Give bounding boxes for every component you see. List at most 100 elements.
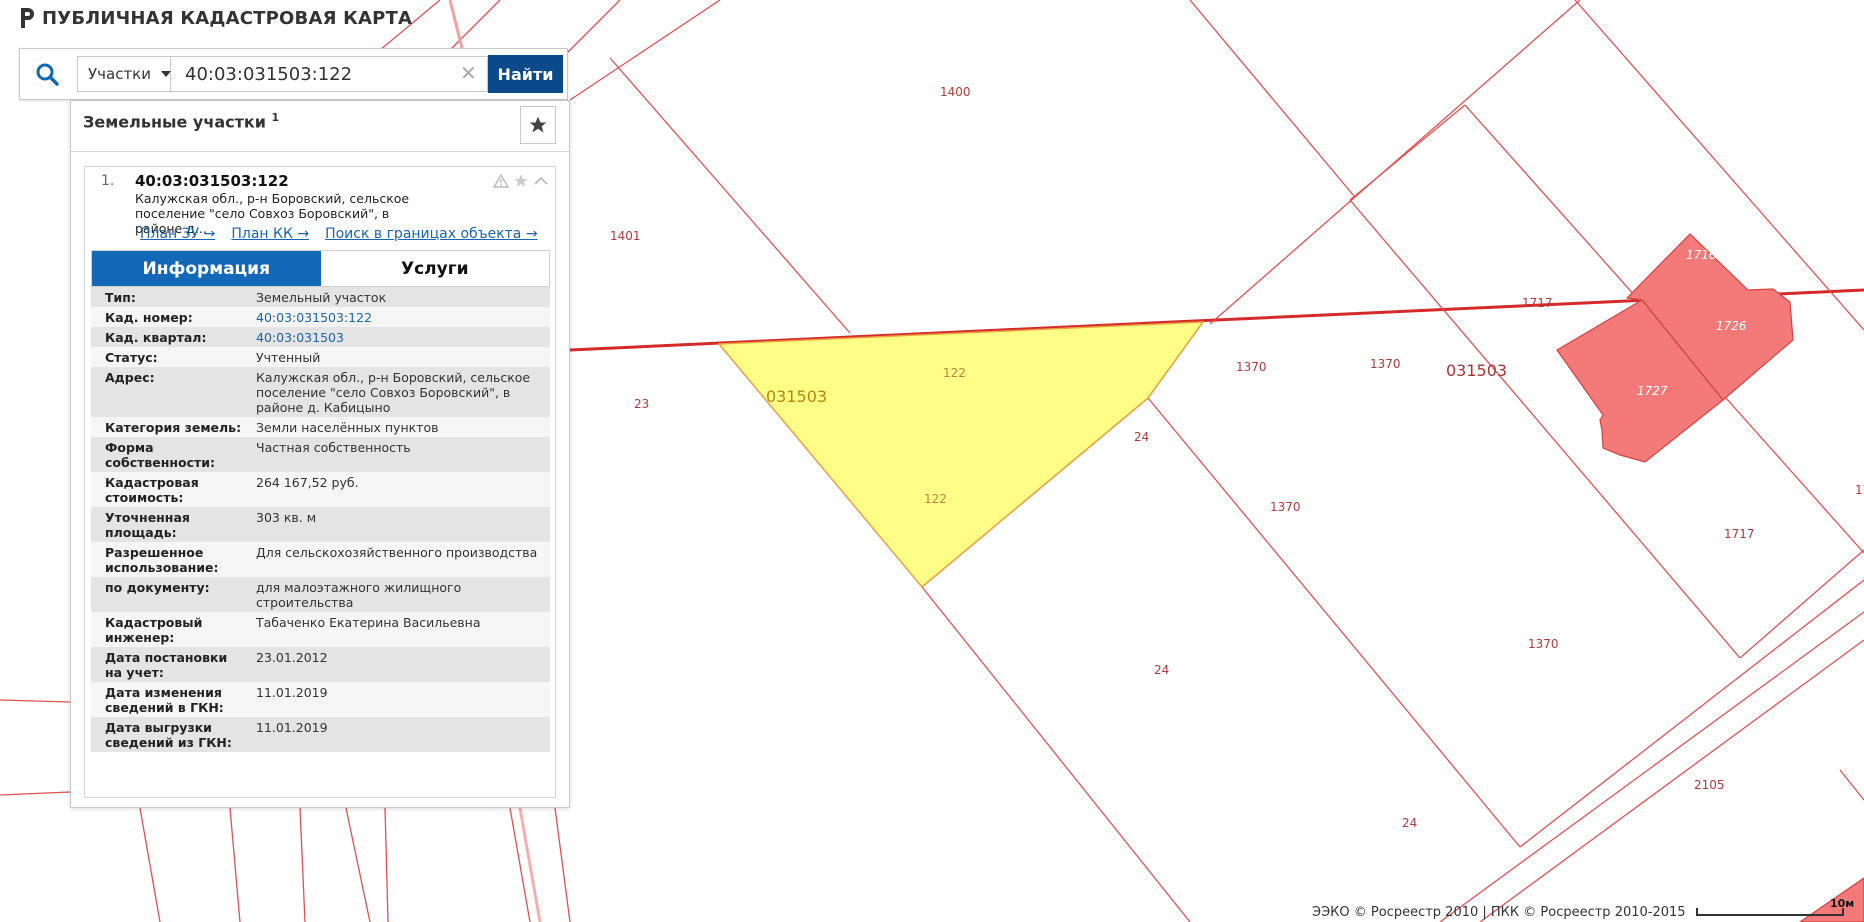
info-row: Тип: Земельный участок <box>91 287 550 307</box>
label-1370-c: 1370 <box>1270 500 1301 514</box>
info-key: Дата постановки на учет: <box>91 647 252 682</box>
info-key: Кад. номер: <box>91 307 252 327</box>
label-23: 23 <box>634 397 649 411</box>
info-key: Разрешенное использование: <box>91 542 252 577</box>
result-links: План ЗУ → План КК → Поиск в границах объ… <box>140 226 538 242</box>
info-key: Статус: <box>91 347 252 367</box>
logo-icon <box>21 8 34 28</box>
label-1370-b: 1370 <box>1370 357 1401 371</box>
info-key: Категория земель: <box>91 417 252 437</box>
label-2105: 2105 <box>1694 778 1725 792</box>
app-logo[interactable]: ПУБЛИЧНАЯ КАДАСТРОВАЯ КАРТА <box>18 6 412 30</box>
info-key: по документу: <box>91 577 252 612</box>
favorites-button[interactable] <box>520 106 556 144</box>
info-value: Земельный участок <box>252 287 550 307</box>
label-1727: 1727 <box>1637 384 1668 398</box>
tab-information[interactable]: Информация <box>92 251 321 286</box>
plan-zu-link[interactable]: План ЗУ → <box>140 226 215 242</box>
info-row: Кадастровая стоимость: 264 167,52 руб. <box>91 472 550 507</box>
result-cadastral-number[interactable]: 40:03:031503:122 <box>135 172 289 190</box>
star-icon[interactable] <box>513 173 529 189</box>
chevron-down-icon <box>161 71 171 77</box>
result-card[interactable]: 1. 40:03:031503:122 Калужская обл., р-н … <box>84 166 556 798</box>
info-value: Калужская обл., р-н Боровский, сельское … <box>252 367 550 417</box>
panel-divider <box>71 151 569 152</box>
info-value: Для сельскохозяйственного производства <box>252 542 550 577</box>
info-row: Адрес: Калужская обл., р-н Боровский, сел… <box>91 367 550 417</box>
info-row: Уточненная площадь: 303 кв. м <box>91 507 550 542</box>
result-actions <box>493 173 549 189</box>
label-1717-b: 1717 <box>1724 527 1755 541</box>
label-1370-a: 1370 <box>1236 360 1267 374</box>
plan-kk-link[interactable]: План КК → <box>231 226 309 242</box>
label-122-bottom: 122 <box>924 492 947 506</box>
info-value: Земли населённых пунктов <box>252 417 550 437</box>
info-value: для малоэтажного жилищного строительства <box>252 577 550 612</box>
selected-parcel[interactable] <box>717 321 1205 589</box>
map-labels: 1400 1401 23 031503 122 122 24 1370 1370… <box>610 85 1864 830</box>
info-key: Тип: <box>91 287 252 307</box>
result-count: 1 <box>271 111 280 124</box>
info-value: 303 кв. м <box>252 507 550 542</box>
info-key: Дата выгрузки сведений из ГКН: <box>91 717 252 752</box>
label-17: 17 <box>1855 483 1864 497</box>
info-row: Статус: Учтенный <box>91 347 550 367</box>
label-1726: 1726 <box>1716 319 1747 333</box>
label-1716: 1716 <box>1686 248 1717 262</box>
info-row: по документу: для малоэтажного жилищного … <box>91 577 550 612</box>
label-1401: 1401 <box>610 229 641 243</box>
info-row: Дата постановки на учет: 23.01.2012 <box>91 647 550 682</box>
info-value: Табаченко Екатерина Васильевна <box>252 612 550 647</box>
label-24-c: 24 <box>1402 816 1417 830</box>
search-in-bounds-link[interactable]: Поиск в границах объекта → <box>325 226 538 242</box>
info-row: Кадастровый инженер: Табаченко Екатерина … <box>91 612 550 647</box>
info-row: Кад. номер: 40:03:031503:122 <box>91 307 550 327</box>
warning-icon[interactable] <box>493 173 509 189</box>
info-row: Кад. квартал: 40:03:031503 <box>91 327 550 347</box>
label-quarter: 031503 <box>1446 361 1507 380</box>
search-icon[interactable] <box>34 61 60 87</box>
info-key: Кад. квартал: <box>91 327 252 347</box>
scale-label: 10м <box>1830 897 1855 910</box>
info-value: 11.01.2019 <box>252 682 550 717</box>
info-row: Разрешенное использование: Для сельскохоз… <box>91 542 550 577</box>
search-type-label: Участки <box>88 65 151 83</box>
info-value: 11.01.2019 <box>252 717 550 752</box>
info-key: Форма собственности: <box>91 437 252 472</box>
label-24-b: 24 <box>1154 663 1169 677</box>
panel-title-text: Земельные участки <box>83 112 266 132</box>
clear-icon[interactable]: ✕ <box>460 62 477 84</box>
info-key: Адрес: <box>91 367 252 417</box>
info-key: Кадастровый инженер: <box>91 612 252 647</box>
result-tabs: Информация Услуги <box>91 250 550 287</box>
search-input[interactable] <box>171 56 488 92</box>
tab-services[interactable]: Услуги <box>320 251 549 286</box>
info-row: Категория земель: Земли населённых пункто… <box>91 417 550 437</box>
star-icon <box>529 116 547 133</box>
app-title: ПУБЛИЧНАЯ КАДАСТРОВАЯ КАРТА <box>42 7 413 29</box>
copyright: ЭЭКО © Росреестр 2010 | ПКК © Росреестр … <box>1312 905 1686 920</box>
label-24-a: 24 <box>1134 430 1149 444</box>
info-row: Форма собственности: Частная собственност… <box>91 437 550 472</box>
label-122-top: 122 <box>943 366 966 380</box>
search-type-select[interactable]: Участки <box>77 56 171 92</box>
info-value[interactable]: 40:03:031503 <box>252 327 550 347</box>
results-panel: Земельные участки 1 1. 40:03:031503:122 … <box>70 100 570 808</box>
info-value: 264 167,52 руб. <box>252 472 550 507</box>
panel-title: Земельные участки 1 <box>83 111 279 131</box>
search-button[interactable]: Найти <box>488 55 563 93</box>
search-bar: Участки ✕ Найти <box>19 48 568 100</box>
info-value: Учтенный <box>252 347 550 367</box>
label-quarter-yellow: 031503 <box>766 387 827 406</box>
info-row: Дата изменения сведений в ГКН: 11.01.2019 <box>91 682 550 717</box>
info-value: 23.01.2012 <box>252 647 550 682</box>
info-value: Частная собственность <box>252 437 550 472</box>
info-key: Уточненная площадь: <box>91 507 252 542</box>
info-value[interactable]: 40:03:031503:122 <box>252 307 550 327</box>
info-table: Тип: Земельный участок Кад. номер: 40:03:03… <box>91 287 550 752</box>
info-row: Дата выгрузки сведений из ГКН: 11.01.2019 <box>91 717 550 752</box>
label-1717-a: 1717 <box>1522 296 1553 310</box>
label-1370-d: 1370 <box>1528 637 1559 651</box>
chevron-up-icon[interactable] <box>533 173 549 189</box>
info-key: Дата изменения сведений в ГКН: <box>91 682 252 717</box>
